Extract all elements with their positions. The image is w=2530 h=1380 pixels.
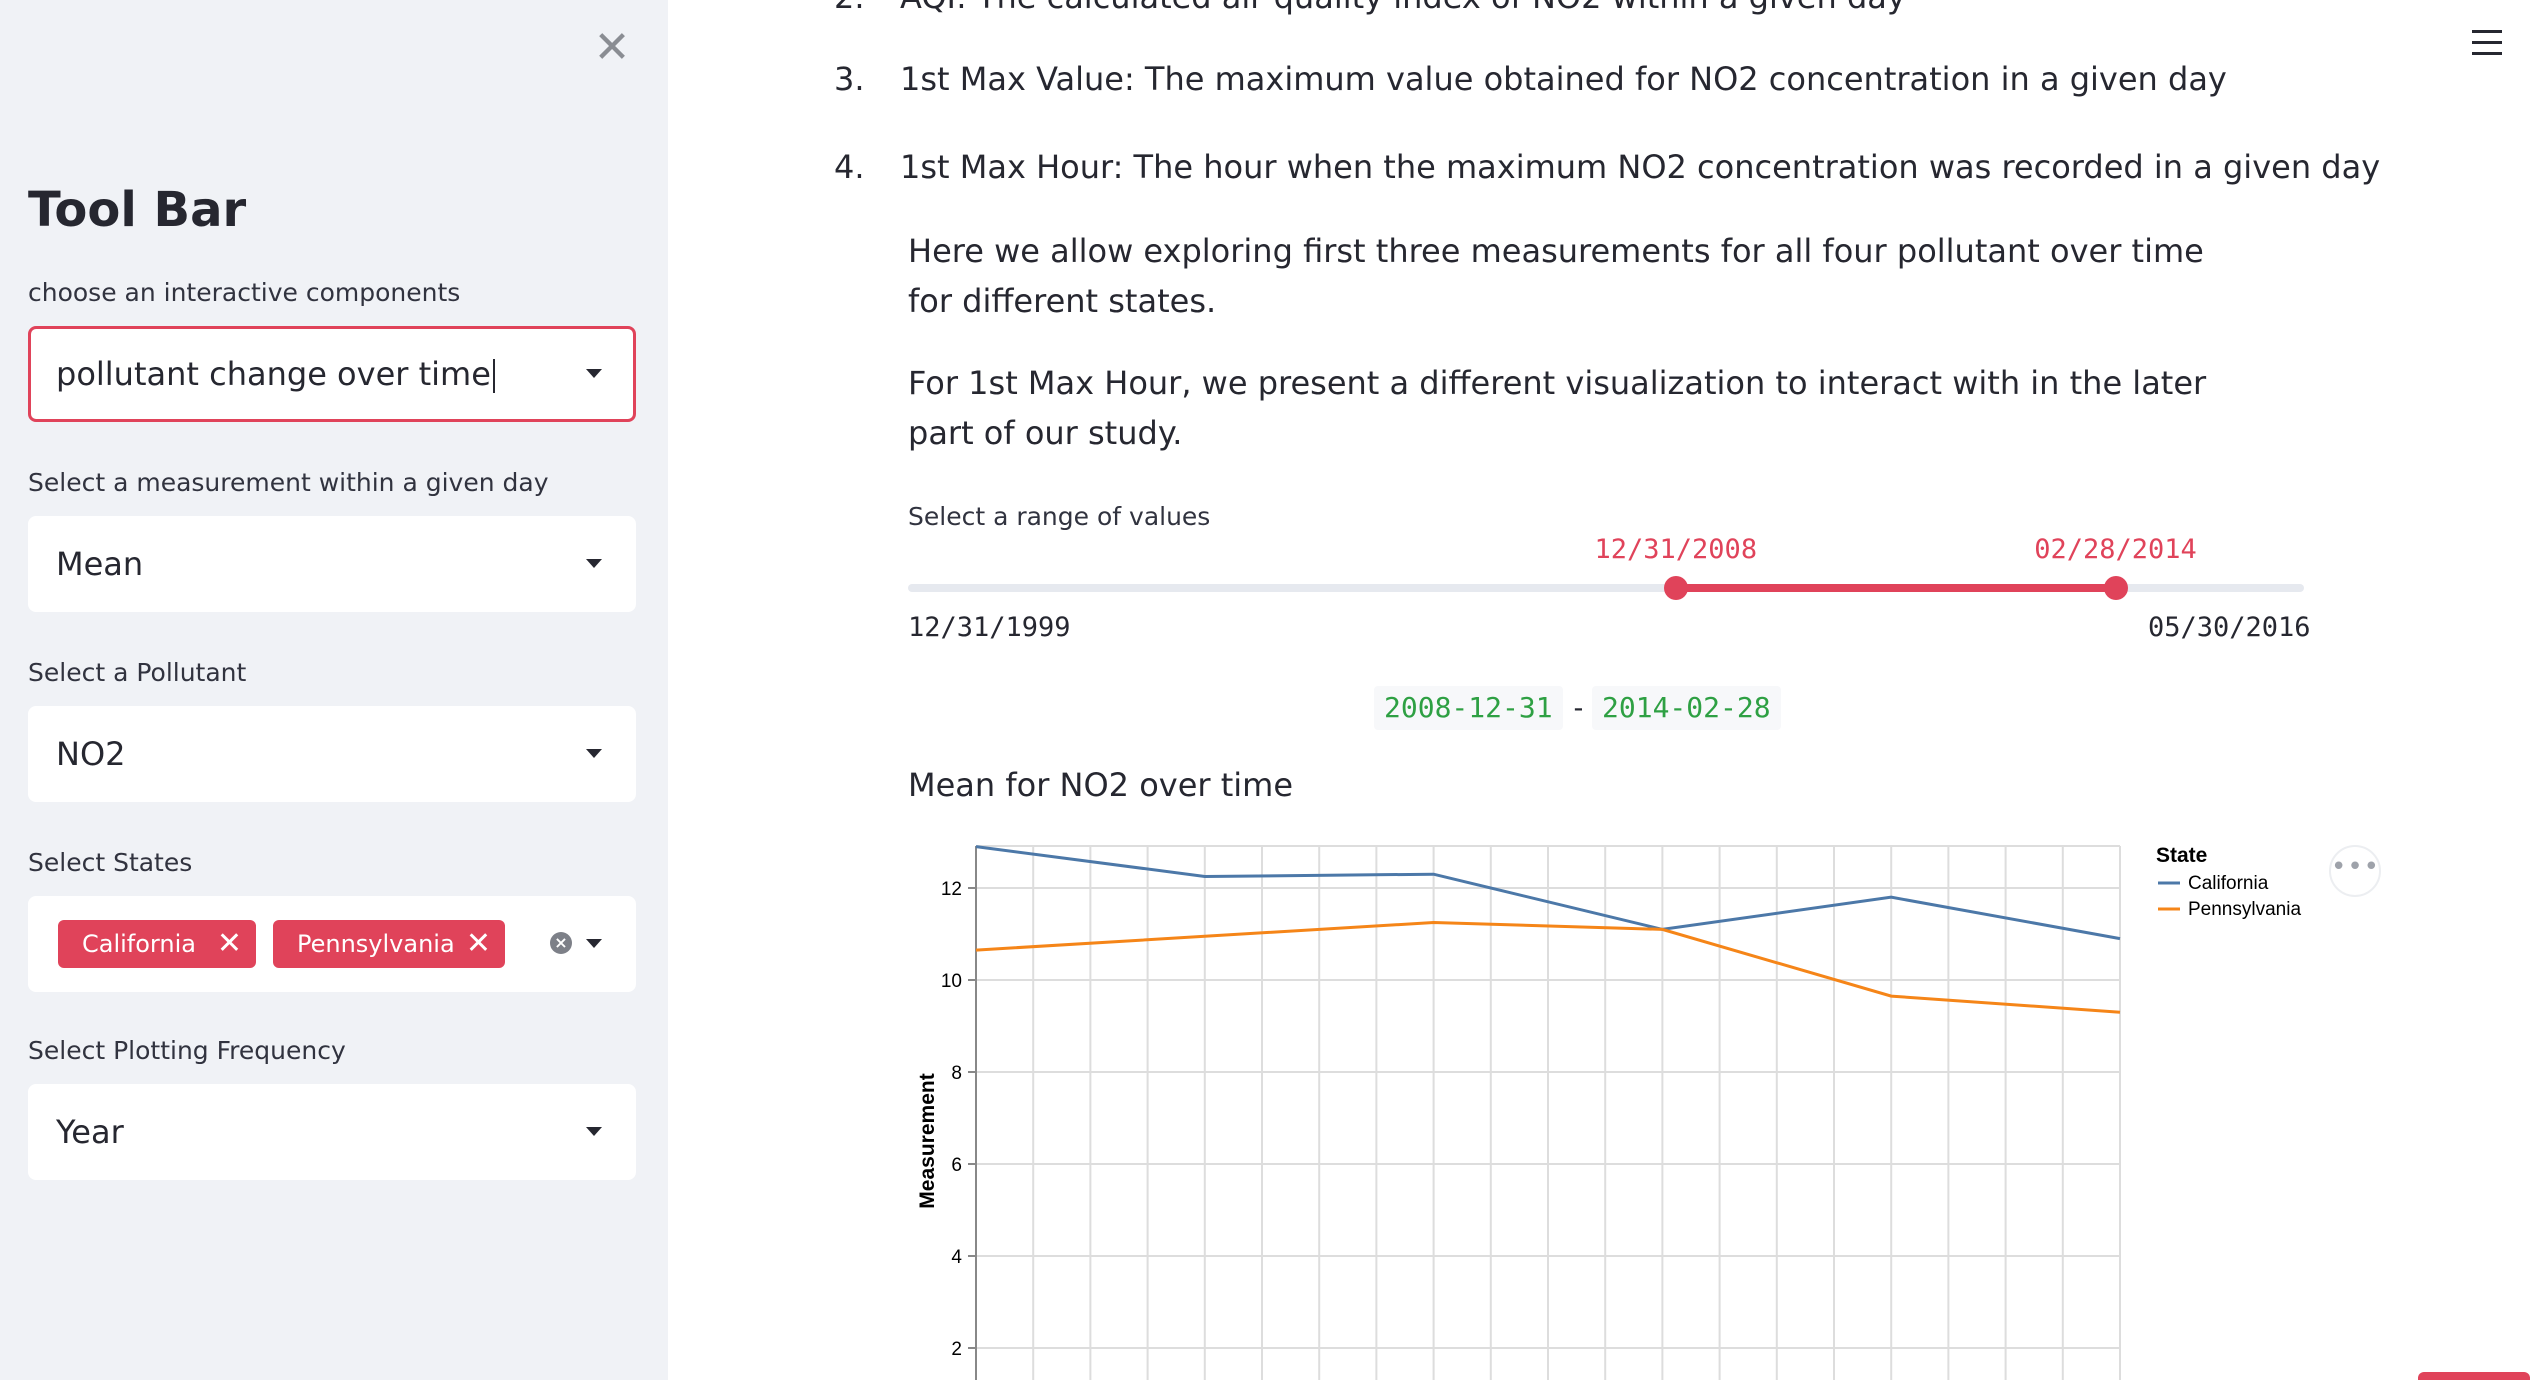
sidebar-title: Tool Bar	[28, 182, 247, 238]
remove-tag-icon[interactable]: ✕	[217, 920, 242, 968]
component-select-label: choose an interactive components	[28, 278, 461, 307]
y-tick-label: 2	[951, 1339, 962, 1360]
y-axis-label: Measurement	[916, 1073, 939, 1208]
frequency-select[interactable]: Year	[28, 1084, 636, 1180]
y-tick-label: 6	[951, 1155, 962, 1176]
states-multiselect[interactable]: California ✕ Pennsylvania ✕ ×	[28, 896, 636, 992]
chevron-down-icon[interactable]	[586, 749, 602, 758]
chevron-down-icon[interactable]	[586, 1127, 602, 1136]
measurement-select-value[interactable]: Mean	[56, 516, 143, 612]
y-tick-label: 12	[941, 879, 962, 900]
pollutant-select[interactable]: NO2	[28, 706, 636, 802]
pollutant-select-value[interactable]: NO2	[56, 706, 125, 802]
state-tag-pennsylvania[interactable]: Pennsylvania ✕	[273, 920, 505, 968]
frequency-select-value[interactable]: Year	[56, 1084, 124, 1180]
text-cursor	[492, 359, 495, 393]
states-select-label: Select States	[28, 848, 193, 877]
component-select[interactable]: pollutant change over time	[28, 326, 636, 422]
legend-label: California	[2188, 873, 2269, 894]
measurement-select-label: Select a measurement within a given day	[28, 468, 549, 497]
measurement-select[interactable]: Mean	[28, 516, 636, 612]
y-tick-label: 4	[951, 1247, 962, 1268]
chevron-down-icon[interactable]	[586, 939, 602, 948]
legend-title: State	[2156, 844, 2207, 867]
component-select-value[interactable]: pollutant change over time	[56, 329, 495, 419]
sidebar: ✕ Tool Bar choose an interactive compone…	[0, 0, 668, 1380]
pollutant-select-label: Select a Pollutant	[28, 658, 247, 687]
y-tick-label: 8	[951, 1063, 962, 1084]
more-actions-icon[interactable]: •••	[2329, 845, 2381, 897]
y-tick-label: 10	[941, 971, 962, 992]
state-tag-label: Pennsylvania	[297, 930, 455, 958]
state-tag-california[interactable]: California ✕	[58, 920, 256, 968]
main-content: 2. AQI: The calculated air quality index…	[668, 0, 2530, 1380]
chevron-down-icon[interactable]	[586, 559, 602, 568]
legend-label: Pennsylvania	[2188, 899, 2301, 920]
remove-tag-icon[interactable]: ✕	[466, 920, 491, 968]
state-tag-label: California	[82, 930, 196, 958]
close-sidebar-button[interactable]: ✕	[592, 24, 632, 72]
close-icon: ✕	[593, 22, 631, 73]
chevron-down-icon[interactable]	[586, 369, 602, 378]
status-corner	[2418, 1372, 2530, 1380]
frequency-select-label: Select Plotting Frequency	[28, 1036, 346, 1065]
clear-all-icon[interactable]: ×	[550, 932, 572, 954]
line-chart: 2 4 6 8 10 12 Measurement State California Pennsy…	[916, 844, 2301, 1380]
